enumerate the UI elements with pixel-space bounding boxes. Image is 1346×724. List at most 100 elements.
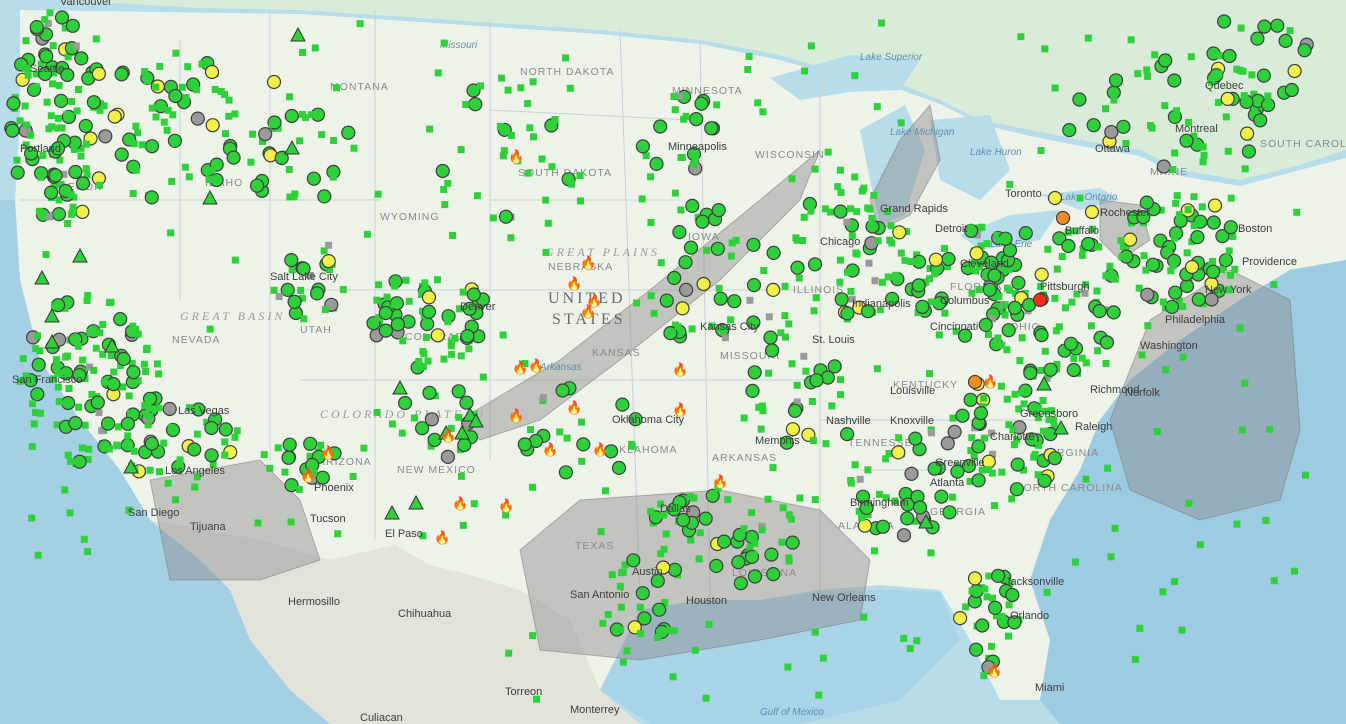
- sensor-square-marker[interactable]: [374, 190, 382, 198]
- monitor-circle-marker[interactable]: [716, 534, 732, 549]
- sensor-square-marker[interactable]: [448, 350, 456, 358]
- sensor-square-marker[interactable]: [687, 493, 694, 500]
- monitor-circle-marker[interactable]: [659, 293, 674, 308]
- sensor-square-marker[interactable]: [1051, 84, 1059, 92]
- sensor-square-marker[interactable]: [788, 360, 796, 368]
- sensor-square-marker[interactable]: [628, 440, 636, 448]
- sensor-square-marker[interactable]: [517, 84, 525, 92]
- monitor-circle-marker[interactable]: [915, 299, 930, 314]
- sensor-square-marker[interactable]: [22, 64, 30, 72]
- sensor-square-marker[interactable]: [1136, 624, 1144, 632]
- sensor-square-marker[interactable]: [127, 409, 135, 417]
- monitor-circle-marker[interactable]: [116, 351, 131, 366]
- monitor-circle-marker[interactable]: [39, 49, 54, 64]
- sensor-square-marker[interactable]: [455, 413, 463, 421]
- sensor-square-marker[interactable]: [247, 158, 255, 166]
- sensor-square-marker[interactable]: [1236, 66, 1244, 74]
- monitor-circle-marker[interactable]: [764, 547, 779, 562]
- sensor-square-marker[interactable]: [778, 538, 786, 546]
- sensor-square-marker[interactable]: [399, 337, 407, 345]
- sensor-square-marker[interactable]: [350, 144, 358, 152]
- sensor-square-marker[interactable]: [844, 268, 851, 276]
- monitor-circle-marker[interactable]: [1047, 190, 1063, 206]
- monitor-circle-marker[interactable]: [1106, 305, 1121, 320]
- monitor-circle-marker[interactable]: [763, 330, 778, 345]
- monitor-circle-marker[interactable]: [1009, 482, 1025, 497]
- sensor-square-marker[interactable]: [647, 292, 655, 300]
- sensor-square-marker[interactable]: [449, 231, 456, 239]
- sensor-square-marker[interactable]: [1231, 265, 1239, 273]
- sensor-square-marker[interactable]: [617, 626, 625, 634]
- monitor-circle-marker[interactable]: [713, 291, 728, 306]
- monitor-circle-marker[interactable]: [733, 576, 749, 591]
- sensor-square-marker[interactable]: [334, 530, 342, 538]
- sensor-square-marker[interactable]: [21, 102, 29, 110]
- sensor-square-marker[interactable]: [508, 132, 515, 139]
- sensor-square-marker[interactable]: [873, 103, 881, 111]
- sensor-square-marker[interactable]: [225, 112, 233, 120]
- monitor-circle-marker[interactable]: [1253, 113, 1268, 128]
- sensor-square-marker[interactable]: [757, 425, 765, 433]
- sensor-square-marker[interactable]: [444, 179, 452, 187]
- sensor-square-marker[interactable]: [138, 141, 146, 149]
- sensor-square-marker[interactable]: [96, 329, 104, 337]
- sensor-square-marker[interactable]: [107, 298, 115, 306]
- monitor-circle-marker[interactable]: [952, 610, 968, 626]
- sensor-square-marker[interactable]: [853, 250, 861, 258]
- sensor-square-marker[interactable]: [34, 551, 42, 559]
- monitor-circle-marker[interactable]: [48, 168, 63, 183]
- sensor-square-marker[interactable]: [13, 156, 21, 164]
- sensor-square-marker[interactable]: [1169, 262, 1177, 270]
- monitor-circle-marker[interactable]: [266, 74, 282, 90]
- sensor-square-marker[interactable]: [164, 479, 172, 487]
- sensor-square-marker[interactable]: [28, 514, 36, 522]
- sensor-square-marker[interactable]: [995, 236, 1003, 244]
- sensor-square-marker[interactable]: [981, 585, 989, 593]
- monitor-circle-marker[interactable]: [1206, 215, 1221, 230]
- monitor-circle-marker[interactable]: [72, 454, 87, 469]
- sensor-square-marker[interactable]: [994, 334, 1002, 342]
- sensor-square-marker[interactable]: [1076, 194, 1084, 202]
- monitor-circle-marker[interactable]: [226, 150, 241, 165]
- sensor-square-marker[interactable]: [440, 39, 448, 47]
- monitor-circle-marker[interactable]: [787, 403, 803, 418]
- sensor-square-marker[interactable]: [836, 278, 844, 286]
- sensor-square-marker[interactable]: [83, 297, 91, 304]
- sensor-square-marker[interactable]: [422, 333, 430, 341]
- monitor-circle-marker[interactable]: [106, 377, 121, 392]
- sensor-square-marker[interactable]: [1018, 334, 1026, 342]
- sensor-square-marker[interactable]: [878, 19, 885, 27]
- sensor-square-marker[interactable]: [542, 248, 550, 256]
- monitor-circle-marker[interactable]: [694, 96, 709, 111]
- sensor-square-marker[interactable]: [1018, 389, 1026, 397]
- sensor-square-marker[interactable]: [101, 378, 109, 386]
- monitor-circle-marker[interactable]: [967, 571, 983, 586]
- monitor-circle-marker[interactable]: [204, 64, 220, 80]
- monitor-circle-marker[interactable]: [98, 129, 113, 144]
- monitor-circle-marker[interactable]: [652, 602, 667, 617]
- sensor-square-marker[interactable]: [650, 309, 658, 317]
- sensor-square-marker[interactable]: [548, 163, 556, 171]
- sensor-square-marker[interactable]: [1011, 390, 1019, 398]
- sensor-square-marker[interactable]: [802, 367, 810, 375]
- sensor-square-marker[interactable]: [801, 67, 809, 75]
- sensor-square-marker[interactable]: [457, 352, 465, 360]
- sensor-square-marker[interactable]: [765, 313, 773, 321]
- monitor-circle-marker[interactable]: [667, 562, 683, 577]
- sensor-square-marker[interactable]: [847, 479, 855, 487]
- fire-icon[interactable]: 🔥: [434, 530, 450, 545]
- sensor-square-marker[interactable]: [777, 329, 785, 337]
- sensor-square-marker[interactable]: [856, 475, 864, 483]
- monitor-circle-marker[interactable]: [891, 445, 906, 460]
- sensor-square-marker[interactable]: [36, 409, 44, 417]
- fire-icon[interactable]: 🔥: [320, 445, 336, 460]
- sensor-square-marker[interactable]: [1169, 166, 1177, 173]
- sensor-square-marker[interactable]: [27, 131, 35, 139]
- sensor-square-marker[interactable]: [1035, 441, 1043, 449]
- sensor-square-marker[interactable]: [507, 234, 515, 242]
- monitor-circle-marker[interactable]: [1099, 335, 1115, 350]
- sensor-square-marker[interactable]: [132, 122, 140, 130]
- monitor-circle-marker[interactable]: [415, 421, 430, 436]
- sensor-square-marker[interactable]: [499, 331, 507, 339]
- sensor-square-marker[interactable]: [1102, 360, 1110, 367]
